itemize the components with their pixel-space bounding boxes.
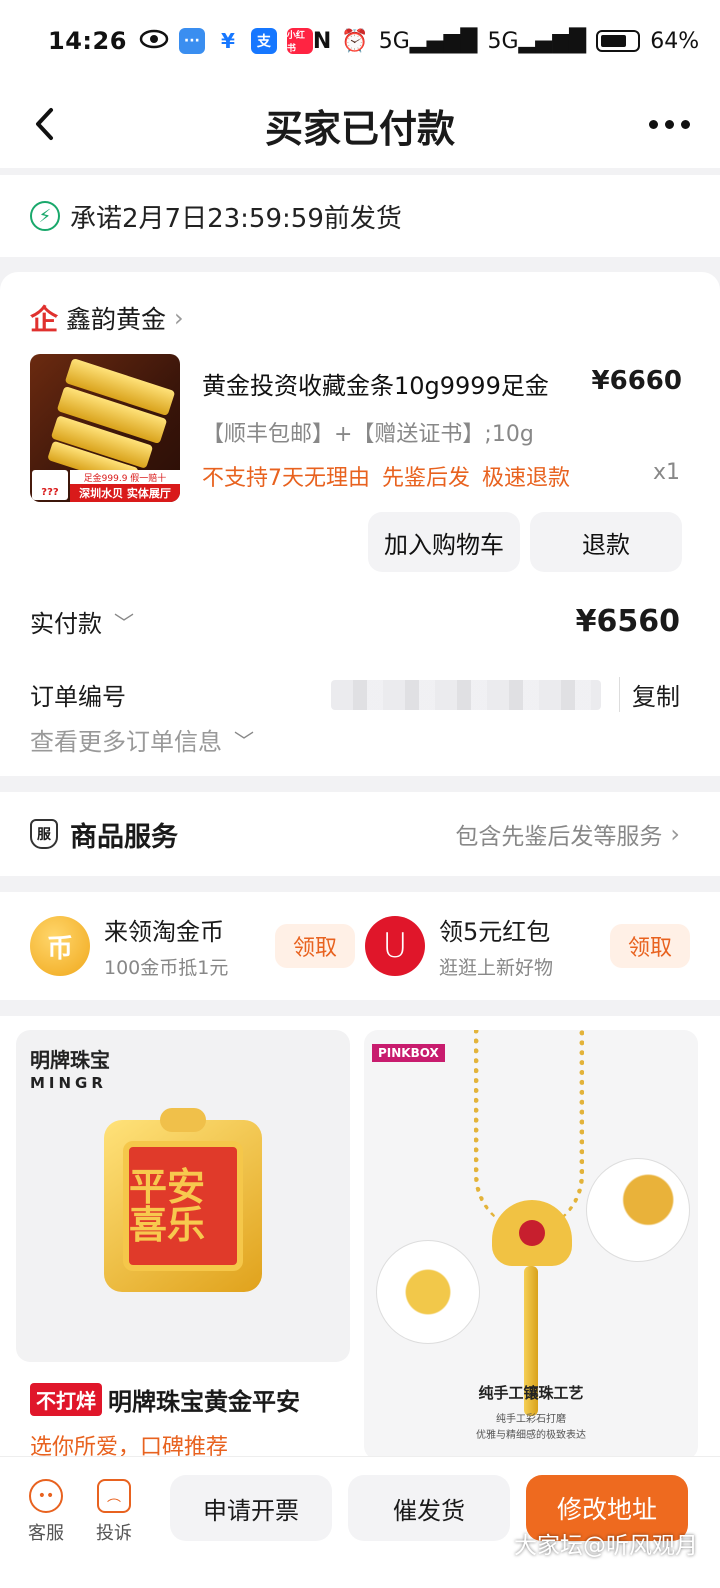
more-icon[interactable] [649, 104, 690, 144]
status-bar: 14:26 ··· ¥ 支 小红书 N ⏰ 5G▂▄▆█ 5G▂▄▆█ 64% [0, 0, 720, 82]
feed-badge: 不打烊 [30, 1383, 102, 1416]
chevron-left-icon[interactable] [22, 102, 66, 146]
customer-service-label: 客服 [28, 1523, 64, 1544]
craft-sub: 优雅与精细感的极致表达 [476, 1430, 586, 1441]
shipping-promise: ⚡ 承诺2月7日23:59:59前发货 [0, 175, 720, 257]
payment-row[interactable]: 实付款 ﹀ ¥6560 [30, 604, 680, 639]
invoice-button[interactable]: 申请开票 [170, 1475, 332, 1541]
battery-level: 64% [650, 28, 700, 54]
claim-redpacket-button[interactable]: 领取 [610, 924, 690, 968]
status-right: N ⏰ 5G▂▄▆█ 5G▂▄▆█ 64% [313, 29, 699, 54]
product-tags: 不支持7天无理由 先鉴后发 极速退款 [202, 460, 570, 492]
eye-icon [139, 27, 169, 55]
detail-zoom-image [586, 1158, 690, 1262]
shop-logo-icon: 企 [30, 303, 59, 336]
thumb-tag: ??? [32, 470, 68, 500]
product-tag: 不支持7天无理由 [202, 466, 370, 491]
product-spec: 【顺丰包邮】+【赠送证书】;10g [202, 422, 534, 447]
rewards-row: 币 来领淘金币 100金币抵1元 领取 U 领5元红包 逛逛上新好物 领取 [0, 892, 720, 1000]
brand-logo-en: MINGR [30, 1074, 107, 1092]
reward-title: 领5元红包 [439, 918, 551, 946]
chevron-right-icon: › [174, 304, 184, 332]
feed-item-image: 明牌珠宝 MINGR 平安喜乐 [16, 1030, 350, 1362]
more-order-info-link[interactable]: 查看更多订单信息 ﹀ [30, 722, 254, 757]
recommendation-feed: 明牌珠宝 MINGR 平安喜乐 不打烊 明牌珠宝黄金平安 选你所爱，口碑推荐 P… [0, 1016, 720, 1476]
pendant-image: 平安喜乐 [104, 1108, 262, 1292]
yen-icon: ¥ [214, 28, 241, 54]
shipping-text: 承诺2月7日23:59:59前发货 [70, 203, 402, 234]
complain-icon: ︵ [97, 1479, 131, 1513]
feed-item[interactable]: 明牌珠宝 MINGR 平安喜乐 不打烊 明牌珠宝黄金平安 选你所爱，口碑推荐 [16, 1030, 350, 1461]
order-number-label: 订单编号 [30, 683, 126, 711]
watermark: 大家坛@听风观月 [514, 1533, 698, 1559]
service-row[interactable]: 服 商品服务 包含先鉴后发等服务 › [0, 792, 720, 876]
chevron-right-icon: › [670, 820, 680, 848]
chevron-down-icon: ﹀ [114, 611, 134, 635]
reward-coins[interactable]: 币 来领淘金币 100金币抵1元 领取 [30, 912, 355, 980]
payment-label: 实付款 [30, 610, 102, 638]
brand-logo: 明牌珠宝 [30, 1048, 110, 1072]
reward-title: 来领淘金币 [104, 918, 224, 946]
signal-1: 5G▂▄▆█ [378, 28, 478, 54]
alipay-icon: 支 [250, 28, 277, 54]
reward-sub: 逛逛上新好物 [439, 957, 554, 979]
more-info-label: 查看更多订单信息 [30, 728, 222, 756]
urge-shipping-button[interactable]: 催发货 [348, 1475, 510, 1541]
nfc-icon: N [312, 28, 332, 54]
order-number-row: 订单编号 复制 [30, 677, 680, 712]
payment-amount: ¥6560 [575, 604, 680, 639]
add-to-cart-button[interactable]: 加入购物车 [368, 512, 520, 572]
order-number-blurred [331, 679, 601, 710]
copy-button[interactable]: 复制 [619, 677, 680, 712]
xiaohongshu-icon: 小红书 [286, 28, 313, 54]
page-title: 买家已付款 [264, 106, 455, 151]
status-time: 14:26 [48, 27, 127, 55]
product-price: ¥6660 [591, 366, 682, 396]
signal-2: 5G▂▄▆█ [487, 28, 587, 54]
customer-service-button[interactable]: •• 客服 [16, 1479, 76, 1545]
customer-service-icon: •• [29, 1479, 63, 1513]
lightning-icon: ⚡ [30, 201, 60, 231]
complain-label: 投诉 [96, 1523, 132, 1544]
product-tag: 先鉴后发 [382, 466, 471, 491]
shop-link[interactable]: 企 鑫韵黄金 › [30, 298, 184, 338]
complain-button[interactable]: ︵ 投诉 [84, 1479, 144, 1545]
red-packet-icon: U [365, 916, 425, 976]
alarm-icon: ⏰ [341, 28, 369, 54]
message-icon: ··· [178, 28, 205, 54]
shop-name: 鑫韵黄金 [66, 305, 167, 334]
pendant-text: 平安喜乐 [123, 1141, 243, 1271]
battery-icon [596, 30, 641, 52]
bottom-bar: •• 客服 ︵ 投诉 申请开票 催发货 修改地址 [0, 1456, 720, 1588]
brand-logo: PINKBOX [372, 1044, 445, 1062]
craft-sub: 纯手工彩石打磨 [496, 1414, 566, 1425]
nav-bar: 买家已付款 [0, 82, 720, 168]
claim-coins-button[interactable]: 领取 [275, 924, 355, 968]
detail-zoom-image [376, 1240, 480, 1344]
feed-item[interactable]: PINKBOX 纯手工镶珠工艺 纯手工彩石打磨 优雅与精细感的极致表达 [364, 1030, 698, 1460]
product-quantity: x1 [652, 460, 680, 485]
service-title: 商品服务 [70, 821, 178, 853]
thumb-ribbon-top: 足金999.9 假一赔十 [70, 470, 180, 484]
product-tag: 极速退款 [482, 466, 571, 491]
reward-redpacket[interactable]: U 领5元红包 逛逛上新好物 领取 [365, 912, 690, 980]
chevron-down-icon: ﹀ [234, 729, 254, 753]
coin-icon: 币 [30, 916, 90, 976]
status-app-icons: ··· ¥ 支 小红书 [139, 27, 313, 55]
service-desc: 包含先鉴后发等服务 [455, 824, 663, 850]
reward-sub: 100金币抵1元 [104, 957, 229, 979]
service-shield-icon: 服 [30, 819, 58, 849]
thumb-ribbon: 深圳水贝 实体展厅 [70, 484, 180, 502]
craft-title: 纯手工镶珠工艺 [478, 1384, 584, 1402]
product-title[interactable]: 黄金投资收藏金条10g9999足金 [202, 366, 549, 401]
refund-button[interactable]: 退款 [530, 512, 682, 572]
order-card: 企 鑫韵黄金 › 足金999.9 假一赔十 深圳水贝 实体展厅 ??? 黄金投资… [0, 272, 720, 776]
feed-item-title: 明牌珠宝黄金平安 [108, 1388, 300, 1416]
product-thumbnail[interactable]: 足金999.9 假一赔十 深圳水贝 实体展厅 ??? [30, 354, 180, 502]
